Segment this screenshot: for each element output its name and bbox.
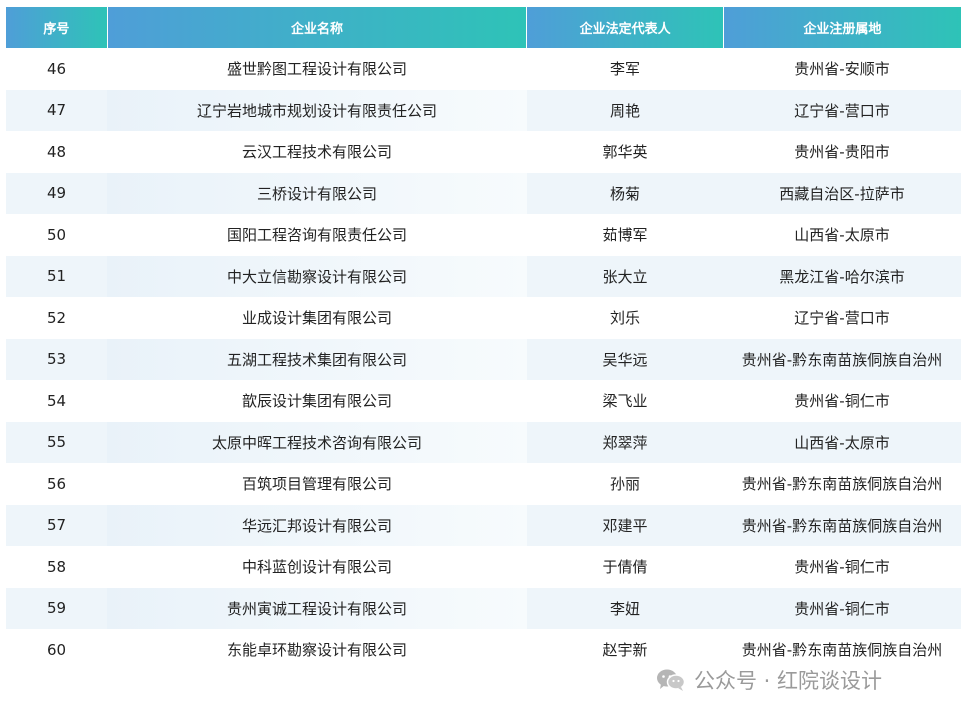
row-index-cell: 46	[46, 59, 67, 78]
registration-region-cell: 山西省-太原市	[794, 226, 890, 245]
table-row: 50 国阳工程咨询有限责任公司 茹博军 山西省-太原市	[6, 214, 961, 256]
table-header: 序号 企业名称 企业法定代表人 企业注册属地	[6, 7, 962, 48]
legal-representative-cell: 于倩倩	[602, 558, 648, 577]
table-row: 46 盛世黔图工程设计有限公司 李军 贵州省-安顺市	[6, 48, 961, 90]
legal-representative-cell: 邓建平	[527, 504, 723, 547]
row-index-cell: 47	[6, 89, 107, 132]
table-row: 51 中大立信勘察设计有限公司 张大立 黑龙江省-哈尔滨市	[6, 255, 961, 298]
table-row: 56 百筑项目管理有限公司 孙丽 贵州省-黔东南苗族侗族自治州	[6, 463, 961, 505]
header-legal-rep: 企业法定代表人	[527, 7, 724, 48]
watermark-text: 公众号 · 红院谈设计	[694, 669, 883, 693]
registration-region-cell: 西藏自治区-拉萨市	[723, 172, 961, 215]
row-index-cell: 51	[6, 255, 107, 298]
company-name-cell: 贵州寅诚工程设计有限公司	[107, 587, 527, 630]
legal-representative-cell: 郑翠萍	[527, 421, 723, 464]
registration-region-cell: 贵州省-贵阳市	[794, 143, 890, 162]
table-row: 48 云汉工程技术有限公司 郭华英 贵州省-贵阳市	[6, 131, 961, 173]
watermark: 公众号 · 红院谈设计	[656, 666, 882, 694]
table-row: 53 五湖工程技术集团有限公司 吴华远 贵州省-黔东南苗族侗族自治州	[6, 338, 961, 381]
wechat-icon	[657, 669, 686, 691]
company-name-cell: 太原中晖工程技术咨询有限公司	[107, 421, 527, 464]
registration-region-cell: 辽宁省-营口市	[723, 89, 961, 132]
row-index-cell: 57	[6, 504, 107, 547]
table-row: 59 贵州寅诚工程设计有限公司 李妞 贵州省-铜仁市	[6, 587, 961, 630]
company-name-cell: 华远汇邦设计有限公司	[107, 504, 527, 547]
row-index-cell: 58	[46, 557, 67, 576]
legal-representative-cell: 梁飞业	[602, 392, 648, 411]
row-index-cell: 49	[6, 172, 107, 215]
header-region: 企业注册属地	[723, 7, 962, 48]
company-name-cell: 百筑项目管理有限公司	[241, 475, 392, 494]
table-row: 55 太原中晖工程技术咨询有限公司 郑翠萍 山西省-太原市	[6, 421, 961, 464]
legal-representative-cell: 郭华英	[602, 143, 648, 162]
row-index-cell: 59	[6, 587, 107, 630]
registration-region-cell: 贵州省-铜仁市	[723, 587, 961, 630]
legal-representative-cell: 孙丽	[609, 475, 640, 494]
registration-region-cell: 黑龙江省-哈尔滨市	[723, 255, 961, 298]
registration-region-cell: 贵州省-铜仁市	[794, 392, 890, 411]
legal-representative-cell: 吴华远	[527, 338, 723, 381]
company-table: 序号 企业名称 企业法定代表人 企业注册属地 46 盛世黔图工程设计有限公司 李军贵…	[6, 7, 962, 671]
table-row: 52 业成设计集团有限公司 刘乐 辽宁省-营口市	[6, 297, 961, 339]
table-body: 46 盛世黔图工程设计有限公司 李军 贵州省-安顺市 47 辽宁岩地城市规划设计有限责任公…	[6, 48, 961, 671]
table-row: 49 三桥设计有限公司 杨菊 西藏自治区-拉萨市	[6, 172, 961, 215]
registration-region-cell: 贵州省-安顺市	[794, 60, 890, 79]
legal-representative-cell: 刘乐	[609, 309, 640, 328]
legal-representative-cell: 李妞	[527, 587, 723, 630]
legal-representative-cell: 周艳	[527, 89, 723, 132]
table-row: 58 中科蓝创设计有限公司 于倩倩 贵州省-铜仁市	[6, 546, 961, 588]
company-name-cell: 云汉工程技术有限公司	[241, 143, 392, 162]
company-name-cell: 辽宁岩地城市规划设计有限责任公司	[107, 89, 527, 132]
row-index-cell: 56	[46, 474, 67, 493]
row-index-cell: 54	[46, 391, 67, 410]
company-name-cell: 国阳工程咨询有限责任公司	[226, 226, 407, 245]
table-row: 47 辽宁岩地城市规划设计有限责任公司 周艳 辽宁省-营口市	[6, 89, 961, 132]
company-name-cell: 中科蓝创设计有限公司	[241, 558, 392, 577]
legal-representative-cell: 茹博军	[602, 226, 648, 245]
row-index-cell: 48	[46, 142, 67, 161]
company-name-cell: 东能卓环勘察设计有限公司	[226, 641, 407, 660]
table-row: 54 歆辰设计集团有限公司 梁飞业 贵州省-铜仁市	[6, 380, 961, 422]
row-index-cell: 60	[46, 640, 67, 659]
company-name-cell: 五湖工程技术集团有限公司	[107, 338, 527, 381]
registration-region-cell: 贵州省-黔东南苗族侗族自治州	[741, 475, 943, 494]
registration-region-cell: 贵州省-黔东南苗族侗族自治州	[723, 338, 961, 381]
company-name-cell: 业成设计集团有限公司	[241, 309, 392, 328]
registration-region-cell: 辽宁省-营口市	[794, 309, 890, 328]
company-name-cell: 歆辰设计集团有限公司	[241, 392, 392, 411]
company-name-cell: 中大立信勘察设计有限公司	[107, 255, 527, 298]
company-name-cell: 盛世黔图工程设计有限公司	[226, 60, 407, 79]
row-index-cell: 52	[46, 308, 67, 327]
header-company-name: 企业名称	[107, 7, 528, 48]
legal-representative-cell: 张大立	[527, 255, 723, 298]
header-index: 序号	[6, 7, 108, 48]
registration-region-cell: 贵州省-黔东南苗族侗族自治州	[723, 504, 961, 547]
registration-region-cell: 山西省-太原市	[723, 421, 961, 464]
company-name-cell: 三桥设计有限公司	[107, 172, 527, 215]
table-row: 57 华远汇邦设计有限公司 邓建平 贵州省-黔东南苗族侗族自治州	[6, 504, 961, 547]
row-index-cell: 55	[6, 421, 107, 464]
registration-region-cell: 贵州省-铜仁市	[794, 558, 890, 577]
legal-representative-cell: 杨菊	[527, 172, 723, 215]
legal-representative-cell: 李军	[609, 60, 640, 79]
row-index-cell: 53	[6, 338, 107, 381]
row-index-cell: 50	[46, 225, 67, 244]
